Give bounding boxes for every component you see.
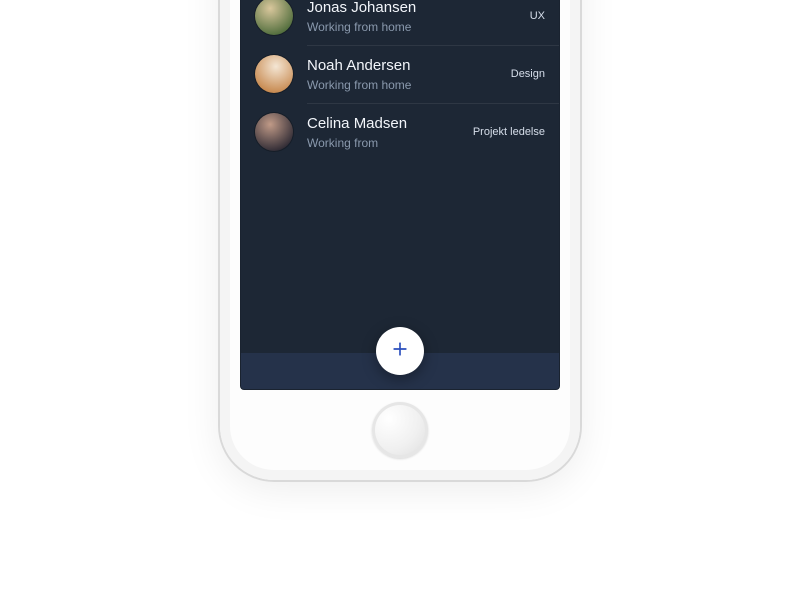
avatar (255, 113, 293, 151)
add-button[interactable] (376, 327, 424, 375)
list-item-main: Noah Andersen Working from home (307, 57, 503, 92)
list-item[interactable]: Noah Andersen Working from home Design (241, 45, 559, 103)
person-role: Design (511, 68, 545, 80)
avatar (255, 0, 293, 35)
plus-icon (390, 339, 410, 364)
list-item-main: Celina Madsen Working from (307, 115, 465, 150)
person-role: UX (530, 10, 545, 22)
app-screen: IN LATER Josefine Christensen 10:00 Desi… (240, 0, 560, 390)
list-item-main: Jonas Johansen Working from home (307, 0, 522, 34)
phone-frame: IN LATER Josefine Christensen 10:00 Desi… (220, 0, 580, 480)
avatar (255, 55, 293, 93)
person-name: Celina Madsen (307, 115, 465, 133)
person-subtext: Working from (307, 136, 465, 150)
person-subtext: Working from home (307, 78, 503, 92)
home-button[interactable] (372, 402, 428, 458)
list-item[interactable]: Jonas Johansen Working from home UX (241, 0, 559, 45)
person-subtext: Working from home (307, 20, 522, 34)
scroll-area[interactable]: IN LATER Josefine Christensen 10:00 Desi… (241, 0, 559, 353)
list-item[interactable]: Celina Madsen Working from Projekt ledel… (241, 103, 559, 161)
person-name: Jonas Johansen (307, 0, 522, 17)
person-role: Projekt ledelse (473, 126, 545, 138)
person-name: Noah Andersen (307, 57, 503, 75)
